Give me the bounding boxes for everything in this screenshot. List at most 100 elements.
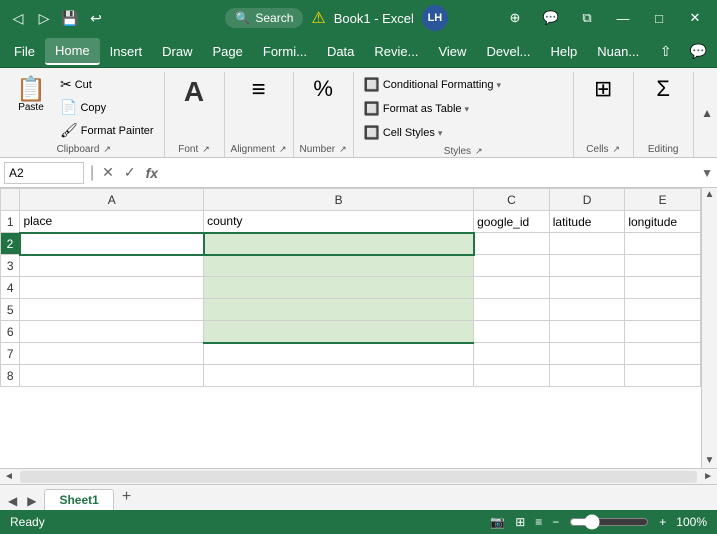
cell-styles-button[interactable]: 🔲 Cell Styles ▾ bbox=[360, 122, 447, 144]
cell-b7[interactable] bbox=[204, 343, 474, 365]
menu-help[interactable]: Help bbox=[541, 39, 588, 64]
scroll-left-button[interactable]: ◄ bbox=[0, 472, 18, 482]
cut-button[interactable]: ✂ Cut bbox=[56, 74, 158, 95]
cell-e1[interactable]: longitude bbox=[625, 211, 701, 233]
col-header-a[interactable]: A bbox=[20, 189, 204, 211]
maximize-button[interactable]: □ bbox=[645, 4, 673, 32]
restore-button[interactable]: ⧉ bbox=[573, 4, 601, 32]
cell-b3[interactable] bbox=[204, 255, 474, 277]
function-icon[interactable]: fx bbox=[144, 163, 160, 183]
styles-expand-icon[interactable]: ↗ bbox=[475, 146, 483, 157]
user-avatar[interactable]: LH bbox=[422, 5, 448, 31]
font-expand-icon[interactable]: ↗ bbox=[202, 144, 210, 155]
share-icon[interactable]: ⇧ bbox=[654, 39, 678, 64]
cell-a8[interactable] bbox=[20, 365, 204, 387]
menu-data[interactable]: Data bbox=[317, 39, 364, 64]
col-header-b[interactable]: B bbox=[204, 189, 474, 211]
menu-review[interactable]: Revie... bbox=[364, 39, 428, 64]
cell-e2[interactable] bbox=[625, 233, 701, 255]
clipboard-expand-icon[interactable]: ↗ bbox=[103, 144, 111, 155]
cell-a2[interactable] bbox=[20, 233, 204, 255]
alignment-button[interactable]: ≡ bbox=[238, 74, 280, 106]
font-button[interactable]: A bbox=[173, 74, 215, 110]
quick-access-save[interactable]: 💾 bbox=[60, 8, 80, 28]
cell-e5[interactable] bbox=[625, 299, 701, 321]
confirm-icon[interactable]: ✓ bbox=[122, 162, 138, 183]
add-sheet-button[interactable]: + bbox=[116, 486, 137, 508]
menu-nuance[interactable]: Nuan... bbox=[587, 39, 649, 64]
cell-c3[interactable] bbox=[474, 255, 550, 277]
cell-b8[interactable] bbox=[204, 365, 474, 387]
comments-button[interactable]: 💬 bbox=[537, 4, 565, 32]
minimize-button[interactable]: — bbox=[609, 4, 637, 32]
scroll-up-button[interactable]: ▲ bbox=[703, 188, 717, 202]
cell-e4[interactable] bbox=[625, 277, 701, 299]
cell-a3[interactable] bbox=[20, 255, 204, 277]
cell-c2[interactable] bbox=[474, 233, 550, 255]
editing-button[interactable]: Σ bbox=[642, 74, 684, 104]
cells-button[interactable]: ⊞ bbox=[582, 74, 624, 104]
cell-c5[interactable] bbox=[474, 299, 550, 321]
scroll-down-button[interactable]: ▼ bbox=[703, 454, 717, 468]
quick-access-forward[interactable]: ▷ bbox=[34, 8, 54, 28]
cell-b5[interactable] bbox=[204, 299, 474, 321]
menu-home[interactable]: Home bbox=[45, 38, 100, 65]
number-button[interactable]: % bbox=[302, 74, 344, 104]
cell-d5[interactable] bbox=[549, 299, 625, 321]
h-scroll-track[interactable] bbox=[20, 471, 697, 483]
cell-d2[interactable] bbox=[549, 233, 625, 255]
cell-b1[interactable]: county bbox=[204, 211, 474, 233]
cancel-icon[interactable]: ✕ bbox=[100, 162, 116, 183]
format-as-table-button[interactable]: 🔲 Format as Table ▾ bbox=[360, 98, 473, 120]
cell-d7[interactable] bbox=[549, 343, 625, 365]
close-button[interactable]: ✕ bbox=[681, 4, 709, 32]
scroll-track[interactable] bbox=[702, 202, 717, 454]
number-expand-icon[interactable]: ↗ bbox=[339, 144, 347, 155]
conditional-formatting-button[interactable]: 🔲 Conditional Formatting ▾ bbox=[360, 74, 505, 96]
cell-a6[interactable] bbox=[20, 321, 204, 343]
cell-a4[interactable] bbox=[20, 277, 204, 299]
cell-c6[interactable] bbox=[474, 321, 550, 343]
status-normal-view-icon[interactable]: ⊞ bbox=[515, 515, 525, 529]
cell-a5[interactable] bbox=[20, 299, 204, 321]
menu-draw[interactable]: Draw bbox=[152, 39, 202, 64]
cell-d3[interactable] bbox=[549, 255, 625, 277]
cell-c8[interactable] bbox=[474, 365, 550, 387]
search-button[interactable]: 🔍 Search bbox=[225, 8, 303, 28]
quick-access-undo[interactable]: ↩ bbox=[86, 8, 106, 28]
vertical-scrollbar[interactable]: ▲ ▼ bbox=[701, 188, 717, 468]
sheet-tab-sheet1[interactable]: Sheet1 bbox=[44, 489, 113, 510]
name-box[interactable] bbox=[4, 162, 84, 184]
cell-b4[interactable] bbox=[204, 277, 474, 299]
cell-b2[interactable] bbox=[204, 233, 474, 255]
menu-view[interactable]: View bbox=[428, 39, 476, 64]
cell-b6[interactable] bbox=[204, 321, 474, 343]
cell-d8[interactable] bbox=[549, 365, 625, 387]
cell-c1[interactable]: google_id bbox=[474, 211, 550, 233]
col-header-c[interactable]: C bbox=[474, 189, 550, 211]
profile-button[interactable]: ⊕ bbox=[501, 4, 529, 32]
status-page-layout-icon[interactable]: ≡ bbox=[535, 515, 542, 529]
col-header-e[interactable]: E bbox=[625, 189, 701, 211]
copy-button[interactable]: 📄 Copy bbox=[56, 97, 158, 118]
status-camera-icon[interactable]: 📷 bbox=[490, 515, 505, 529]
ribbon-scroll-button[interactable]: ▲ bbox=[701, 106, 713, 120]
formula-expand-button[interactable]: ▼ bbox=[701, 166, 713, 180]
quick-access-back[interactable]: ◁ bbox=[8, 8, 28, 28]
paste-button[interactable]: 📋 Paste bbox=[10, 74, 52, 117]
comments-menu-icon[interactable]: 💬 bbox=[684, 39, 713, 64]
sheet-nav-prev[interactable]: ◀ bbox=[4, 492, 21, 510]
scroll-right-button[interactable]: ► bbox=[699, 472, 717, 482]
zoom-plus-button[interactable]: + bbox=[659, 515, 666, 529]
cell-d1[interactable]: latitude bbox=[549, 211, 625, 233]
cell-a1[interactable]: place bbox=[20, 211, 204, 233]
cell-a7[interactable] bbox=[20, 343, 204, 365]
menu-developer[interactable]: Devel... bbox=[476, 39, 540, 64]
cell-c4[interactable] bbox=[474, 277, 550, 299]
zoom-slider[interactable] bbox=[569, 514, 649, 530]
alignment-expand-icon[interactable]: ↗ bbox=[279, 144, 287, 155]
cell-c7[interactable] bbox=[474, 343, 550, 365]
cell-e3[interactable] bbox=[625, 255, 701, 277]
cell-e8[interactable] bbox=[625, 365, 701, 387]
cell-d6[interactable] bbox=[549, 321, 625, 343]
